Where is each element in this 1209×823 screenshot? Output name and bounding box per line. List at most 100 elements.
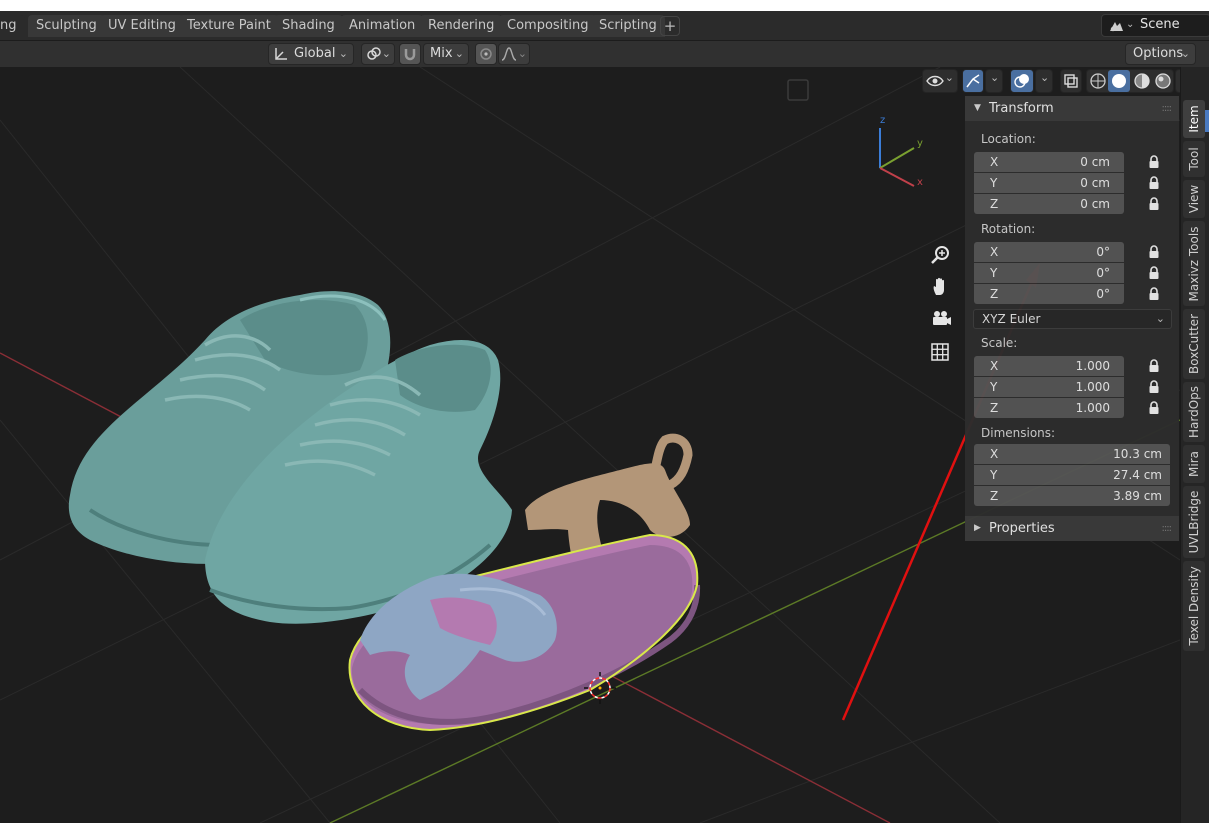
chevron-down-icon: ⌄ xyxy=(517,47,527,60)
lock-icon[interactable] xyxy=(1148,401,1160,415)
dimensions-y-value: 27.4 cm xyxy=(1113,468,1162,482)
gizmo-x-label[interactable]: x xyxy=(917,177,923,188)
rotation-y-field[interactable]: Y 0° xyxy=(974,263,1124,283)
dimensions-z-field[interactable]: Z 3.89 cm xyxy=(974,486,1170,506)
lock-icon[interactable] xyxy=(1148,287,1160,301)
drag-grip-icon[interactable]: :::: xyxy=(1162,96,1173,121)
tab-scripting[interactable]: Scripting xyxy=(591,15,665,37)
rotation-x-field[interactable]: X 0° xyxy=(974,242,1124,262)
lock-icon[interactable] xyxy=(1148,266,1160,280)
location-y-field[interactable]: Y 0 cm xyxy=(974,173,1124,193)
add-workspace-button[interactable]: + xyxy=(660,16,680,36)
scale-x-field[interactable]: X 1.000 xyxy=(974,356,1124,376)
sidebar-tab-view[interactable]: View xyxy=(1183,180,1205,218)
tab-texture-paint[interactable]: Texture Paint xyxy=(179,15,279,37)
scale-y-field[interactable]: Y 1.000 xyxy=(974,377,1124,397)
tab-label: Item xyxy=(1187,105,1201,133)
sidebar-tab-uvlbridge[interactable]: UVLBridge xyxy=(1183,486,1205,558)
location-x-field[interactable]: X 0 cm xyxy=(974,152,1124,172)
falloff-curve-icon xyxy=(501,47,517,61)
chevron-down-icon: ⌄ xyxy=(1126,19,1135,30)
sidebar-tab-maxivz-tools[interactable]: Maxivz Tools xyxy=(1183,221,1205,306)
tab-uv-editing[interactable]: UV Editing xyxy=(100,15,184,37)
axis-label: Y xyxy=(990,266,998,280)
snap-target-dropdown[interactable]: Mix ⌄ xyxy=(423,43,469,65)
pan-hand-icon[interactable] xyxy=(929,275,953,299)
scale-x-value: 1.000 xyxy=(1075,359,1110,373)
rotation-label: Rotation: xyxy=(981,222,1036,236)
solid-shading-icon xyxy=(1112,74,1126,88)
zoom-icon[interactable] xyxy=(929,243,953,267)
object-visibility-dropdown[interactable]: ⌄ xyxy=(922,69,958,93)
chevron-down-icon: ⌄ xyxy=(1040,71,1050,84)
lock-icon[interactable] xyxy=(1148,359,1160,373)
collapse-triangle-icon: ▼ xyxy=(974,103,981,113)
sidebar-tab-texel-density[interactable]: Texel Density xyxy=(1183,561,1205,651)
snap-target-label: Mix xyxy=(430,46,453,61)
tab-label: View xyxy=(1187,184,1201,214)
rotation-z-field[interactable]: Z 0° xyxy=(974,284,1124,304)
lock-icon[interactable] xyxy=(1148,245,1160,259)
proportional-edit-toggle[interactable] xyxy=(475,43,497,65)
transform-panel-header[interactable]: ▼ Transform :::: xyxy=(965,96,1179,121)
dimensions-x-field[interactable]: X 10.3 cm xyxy=(974,444,1170,464)
lock-icon[interactable] xyxy=(1148,176,1160,190)
material-preview-icon[interactable] xyxy=(1133,72,1151,90)
tab-rendering[interactable]: Rendering xyxy=(420,15,503,37)
sidebar-tab-mira[interactable]: Mira xyxy=(1183,445,1205,483)
axis-label: X xyxy=(990,447,999,461)
gizmo-z-label[interactable]: z xyxy=(880,115,885,126)
collapse-triangle-icon: ▶ xyxy=(974,523,981,533)
lock-icon[interactable] xyxy=(1148,197,1160,211)
rotation-mode-dropdown[interactable]: XYZ Euler ⌄ xyxy=(973,309,1172,329)
overlays-dropdown[interactable]: ⌄ xyxy=(1035,69,1053,93)
gizmo-y-label[interactable]: y xyxy=(917,138,923,149)
gizmo-dropdown[interactable]: ⌄ xyxy=(985,69,1003,93)
scene-icon xyxy=(1110,22,1123,32)
sidebar-tab-boxcutter[interactable]: BoxCutter xyxy=(1183,309,1205,379)
chevron-down-icon: ⌄ xyxy=(381,47,391,60)
drag-grip-icon[interactable]: :::: xyxy=(1162,516,1173,541)
eye-icon xyxy=(926,75,944,87)
lock-icon[interactable] xyxy=(1148,380,1160,394)
chevron-down-icon: ⌄ xyxy=(990,71,1000,84)
gizmo-toggle[interactable] xyxy=(962,69,984,93)
properties-panel-header[interactable]: ▶ Properties :::: xyxy=(965,516,1179,541)
snap-toggle[interactable] xyxy=(399,43,421,65)
orientation-icon xyxy=(275,48,287,60)
sidebar-tab-item[interactable]: Item xyxy=(1183,100,1205,138)
tab-compositing[interactable]: Compositing xyxy=(499,15,597,37)
rotation-y-value: 0° xyxy=(1096,266,1110,280)
tab-layout-partial[interactable]: ng xyxy=(0,15,25,37)
overlays-toggle[interactable] xyxy=(1010,69,1034,93)
tab-shading[interactable]: Shading xyxy=(274,15,343,37)
tab-label: Mira xyxy=(1187,451,1201,477)
location-z-field[interactable]: Z 0 cm xyxy=(974,194,1124,214)
rotation-mode-label: XYZ Euler xyxy=(982,312,1041,326)
dimensions-y-field[interactable]: Y 27.4 cm xyxy=(974,465,1170,485)
chevron-down-icon: ⌄ xyxy=(944,71,954,84)
wireframe-shading-icon[interactable] xyxy=(1089,72,1107,90)
options-dropdown[interactable]: Options ⌄ xyxy=(1125,43,1196,65)
sidebar-tab-tool[interactable]: Tool xyxy=(1183,141,1205,177)
dimensions-x-value: 10.3 cm xyxy=(1113,447,1162,461)
lock-icon[interactable] xyxy=(1148,155,1160,169)
sidebar-tab-hardops[interactable]: HardOps xyxy=(1183,382,1205,442)
perspective-grid-icon[interactable] xyxy=(929,341,953,365)
xray-toggle[interactable] xyxy=(1060,69,1082,93)
scale-z-field[interactable]: Z 1.000 xyxy=(974,398,1124,418)
tab-sculpting[interactable]: Sculpting xyxy=(28,15,105,37)
falloff-dropdown[interactable]: ⌄ xyxy=(498,43,530,65)
solid-shading-button[interactable] xyxy=(1108,70,1130,92)
chevron-down-icon: ⌄ xyxy=(338,47,348,60)
tab-animation[interactable]: Animation xyxy=(341,15,424,37)
pivot-point-dropdown[interactable]: ⌄ xyxy=(361,43,395,65)
active-tab-indicator xyxy=(1205,110,1209,132)
transform-orientation-dropdown[interactable]: Global ⌄ xyxy=(268,43,354,65)
scene-selector[interactable]: ⌄ Scene xyxy=(1101,14,1209,37)
camera-view-icon[interactable] xyxy=(929,307,953,331)
navigation-gizmo xyxy=(879,128,915,187)
scale-y-value: 1.000 xyxy=(1075,380,1110,394)
rendered-shading-icon[interactable] xyxy=(1154,72,1172,90)
scene-name: Scene xyxy=(1140,17,1180,32)
